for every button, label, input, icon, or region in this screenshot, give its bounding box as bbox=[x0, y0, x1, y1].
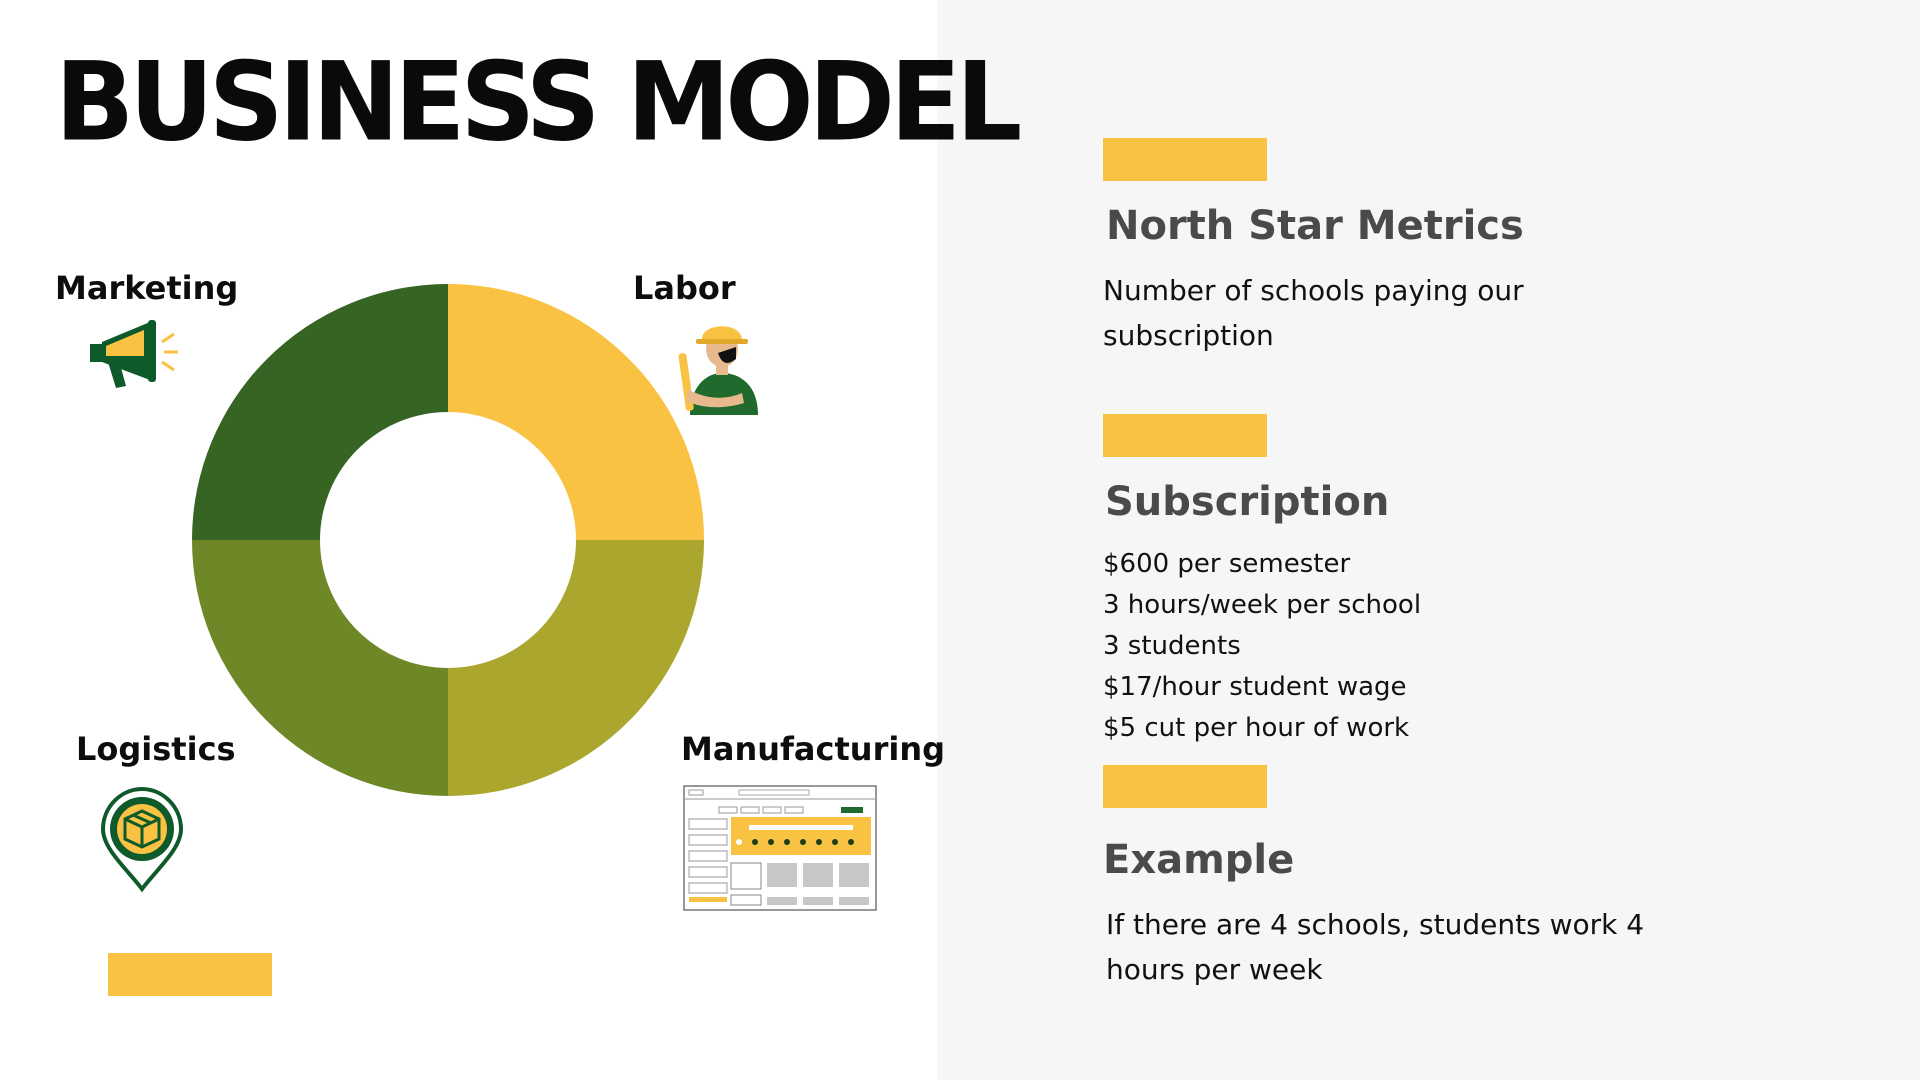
accent-bar-subscription bbox=[1103, 414, 1267, 457]
donut-slice-marketing bbox=[192, 284, 448, 540]
subscription-item: $17/hour student wage bbox=[1103, 672, 1407, 702]
website-wireframe-icon bbox=[683, 785, 877, 911]
subscription-item: $600 per semester bbox=[1103, 549, 1351, 579]
example-text: If there are 4 schools, students work 4 … bbox=[1106, 908, 1645, 986]
north-star-text: Number of schools paying our subscriptio… bbox=[1103, 274, 1524, 352]
subscription-item: 3 students bbox=[1103, 631, 1241, 661]
megaphone-icon bbox=[90, 320, 178, 388]
donut-chart bbox=[192, 284, 704, 796]
donut-slice-logistics bbox=[192, 540, 448, 796]
page-title: BUSINESS MODEL bbox=[55, 37, 1022, 166]
subscription-heading: Subscription bbox=[1105, 479, 1390, 525]
accent-bar-north-star bbox=[1103, 138, 1267, 181]
accent-bar-left bbox=[108, 953, 272, 996]
subscription-item: $5 cut per hour of work bbox=[1103, 713, 1410, 743]
segment-label-manufacturing: Manufacturing bbox=[681, 730, 945, 768]
accent-bar-example bbox=[1103, 765, 1267, 808]
example-heading: Example bbox=[1103, 837, 1295, 883]
donut-slice-manufacturing bbox=[448, 540, 704, 796]
package-location-pin-icon bbox=[100, 786, 184, 893]
north-star-heading: North Star Metrics bbox=[1106, 203, 1524, 249]
construction-worker-icon bbox=[678, 326, 758, 415]
donut-slice-labor bbox=[448, 284, 704, 540]
subscription-item: 3 hours/week per school bbox=[1103, 590, 1422, 620]
subscription-list: $600 per semester 3 hours/week per schoo… bbox=[1103, 544, 1421, 749]
